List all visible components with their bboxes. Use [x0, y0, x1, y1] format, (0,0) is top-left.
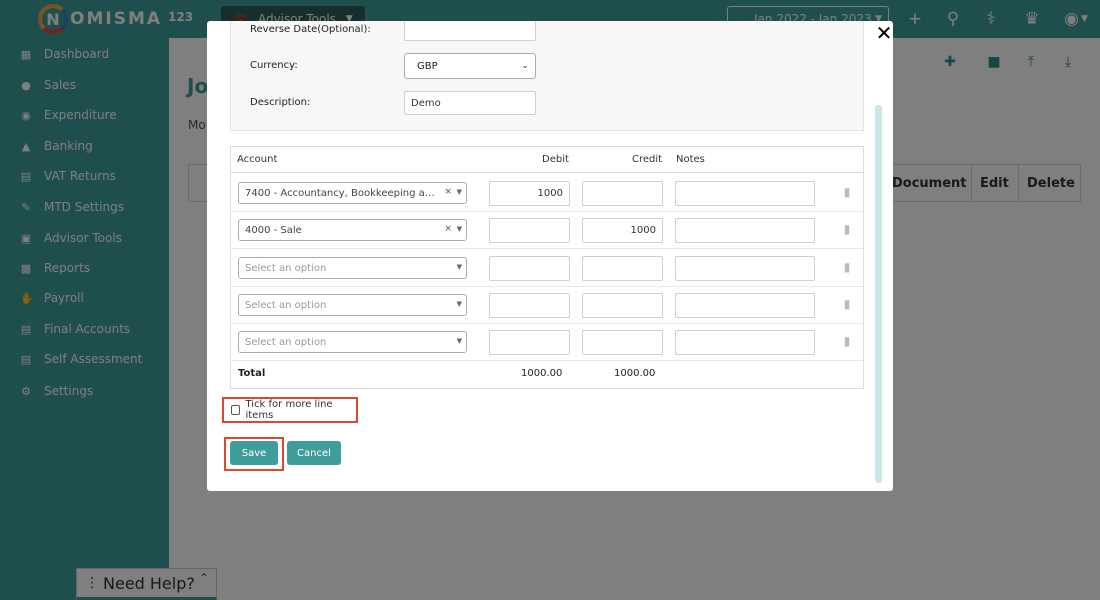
credit-input[interactable]: [582, 330, 663, 355]
total-label: Total: [238, 368, 266, 379]
account-select[interactable]: Select an option ▼: [238, 294, 467, 316]
total-credit: 1000.00: [614, 368, 656, 379]
notes-input[interactable]: [675, 181, 815, 206]
currency-select[interactable]: GBP ⌄: [404, 53, 536, 79]
debit-input[interactable]: 1000: [489, 181, 570, 206]
account-select[interactable]: 4000 - Sale × ▼: [238, 219, 467, 241]
journal-line-row: Select an option ▼ ▮: [231, 324, 863, 361]
currency-value: GBP: [417, 60, 438, 72]
account-select[interactable]: Select an option ▼: [238, 257, 467, 279]
description-input[interactable]: Demo: [404, 91, 536, 115]
more-line-items-toggle[interactable]: Tick for more line items: [222, 397, 358, 423]
column-header-notes: Notes: [676, 154, 705, 165]
column-header-account: Account: [237, 154, 278, 165]
journal-line-row: Select an option ▼ ▮: [231, 250, 863, 287]
account-select[interactable]: 7400 - Accountancy, Bookkeeping and Audi…: [238, 182, 467, 204]
account-placeholder: Select an option: [245, 299, 327, 311]
description-label: Description:: [250, 97, 311, 108]
total-debit: 1000.00: [521, 368, 563, 379]
account-select[interactable]: Select an option ▼: [238, 331, 467, 353]
journal-modal: Reverse Date(Optional): Currency: GBP ⌄ …: [207, 21, 893, 491]
reverse-date-label: Reverse Date(Optional):: [250, 24, 371, 35]
more-line-items-checkbox[interactable]: [231, 405, 241, 415]
chevron-down-icon: ⌄: [521, 61, 529, 71]
modal-scrollbar[interactable]: [875, 105, 882, 483]
scrollbar-thumb[interactable]: [875, 105, 882, 483]
trash-icon[interactable]: ▮: [841, 334, 853, 348]
clear-icon[interactable]: ×: [444, 187, 452, 197]
journal-lines-panel: Account Debit Credit Notes 7400 - Accoun…: [230, 146, 864, 389]
credit-input[interactable]: [582, 256, 663, 281]
column-header-credit: Credit: [632, 154, 663, 165]
journal-line-row: Select an option ▼ ▮: [231, 287, 863, 324]
journal-line-row: 7400 - Accountancy, Bookkeeping and Audi…: [231, 175, 863, 212]
journal-header-panel: [230, 21, 864, 131]
notes-input[interactable]: [675, 330, 815, 355]
clear-icon[interactable]: ×: [444, 224, 452, 234]
debit-input[interactable]: [489, 218, 570, 243]
account-placeholder: Select an option: [245, 262, 327, 274]
cancel-button[interactable]: Cancel: [287, 441, 341, 465]
account-value: 4000 - Sale: [245, 224, 302, 236]
trash-icon[interactable]: ▮: [841, 185, 853, 199]
more-line-items-label: Tick for more line items: [245, 399, 333, 421]
chevron-down-icon: ▼: [456, 188, 462, 196]
lines-header: Account Debit Credit Notes: [231, 147, 863, 173]
currency-label: Currency:: [250, 60, 298, 71]
credit-input[interactable]: 1000: [582, 218, 663, 243]
debit-input[interactable]: [489, 256, 570, 281]
debit-input[interactable]: [489, 293, 570, 318]
chevron-down-icon: ▼: [456, 263, 462, 271]
notes-input[interactable]: [675, 293, 815, 318]
chevron-down-icon: ▼: [456, 300, 462, 308]
account-value: 7400 - Accountancy, Bookkeeping and Audi…: [245, 187, 440, 199]
credit-input[interactable]: [582, 181, 663, 206]
save-button[interactable]: Save: [230, 441, 278, 465]
trash-icon[interactable]: ▮: [841, 297, 853, 311]
notes-input[interactable]: [675, 218, 815, 243]
journal-line-row: 4000 - Sale × ▼ 1000 ▮: [231, 212, 863, 249]
reverse-date-input[interactable]: [404, 21, 536, 41]
credit-input[interactable]: [582, 293, 663, 318]
close-icon[interactable]: ✕: [874, 21, 893, 45]
notes-input[interactable]: [675, 256, 815, 281]
chevron-down-icon: ▼: [456, 337, 462, 345]
chevron-down-icon: ▼: [456, 225, 462, 233]
trash-icon[interactable]: ▮: [841, 222, 853, 236]
trash-icon[interactable]: ▮: [841, 260, 853, 274]
account-placeholder: Select an option: [245, 336, 327, 348]
column-header-debit: Debit: [542, 154, 569, 165]
debit-input[interactable]: [489, 330, 570, 355]
